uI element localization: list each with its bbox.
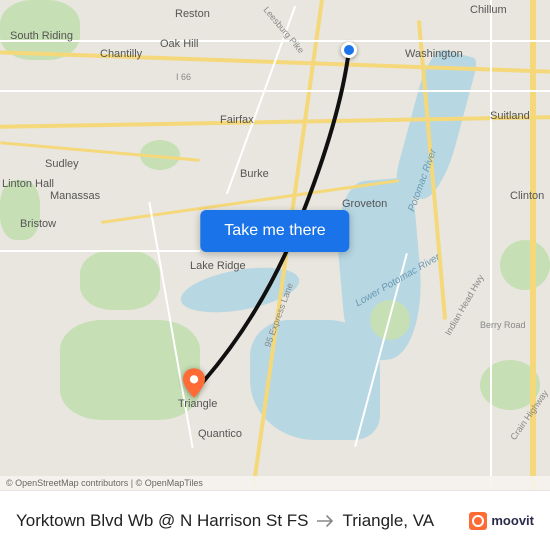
map-label: Indian Head Hwy: [443, 273, 486, 337]
highway: [530, 0, 536, 490]
road: [0, 40, 550, 42]
moovit-icon: [469, 512, 487, 530]
park-area: [80, 250, 160, 310]
attribution-tiles[interactable]: © OpenMapTiles: [136, 478, 203, 488]
attribution-separator: |: [131, 478, 133, 488]
map-label: Burke: [240, 168, 269, 180]
destination-marker[interactable]: [183, 368, 205, 398]
road: [0, 250, 200, 252]
map-label: Manassas: [50, 190, 100, 202]
map-label: Quantico: [198, 428, 242, 440]
map-label: Leesburg Pike: [261, 5, 306, 56]
destination-label: Triangle, VA: [343, 511, 435, 531]
route-footer: Yorktown Blvd Wb @ N Harrison St FS Tria…: [0, 490, 550, 550]
arrow-right-icon: [317, 514, 335, 528]
take-me-there-button[interactable]: Take me there: [200, 210, 349, 252]
park-area: [0, 180, 40, 240]
map-label: Clinton: [510, 190, 544, 202]
map-label: Reston: [175, 8, 210, 20]
highway: [0, 115, 550, 129]
park-area: [500, 240, 550, 290]
road: [490, 0, 492, 490]
map-label: I 66: [176, 72, 191, 82]
road: [226, 6, 296, 195]
map-viewport[interactable]: RestonSouth RidingChantillyOak HillFairf…: [0, 0, 550, 490]
pin-icon: [183, 368, 205, 398]
route-description: Yorktown Blvd Wb @ N Harrison St FS Tria…: [16, 511, 434, 531]
map-label: Sudley: [45, 158, 79, 170]
origin-label: Yorktown Blvd Wb @ N Harrison St FS: [16, 511, 309, 531]
origin-marker[interactable]: [341, 42, 357, 58]
attribution-osm[interactable]: © OpenStreetMap contributors: [6, 478, 128, 488]
map-attribution: © OpenStreetMap contributors | © OpenMap…: [0, 476, 550, 490]
map-label: Berry Road: [480, 320, 526, 330]
road: [0, 90, 550, 92]
map-label: Chillum: [470, 4, 507, 16]
moovit-brand-text: moovit: [491, 513, 534, 528]
moovit-logo[interactable]: moovit: [469, 512, 534, 530]
